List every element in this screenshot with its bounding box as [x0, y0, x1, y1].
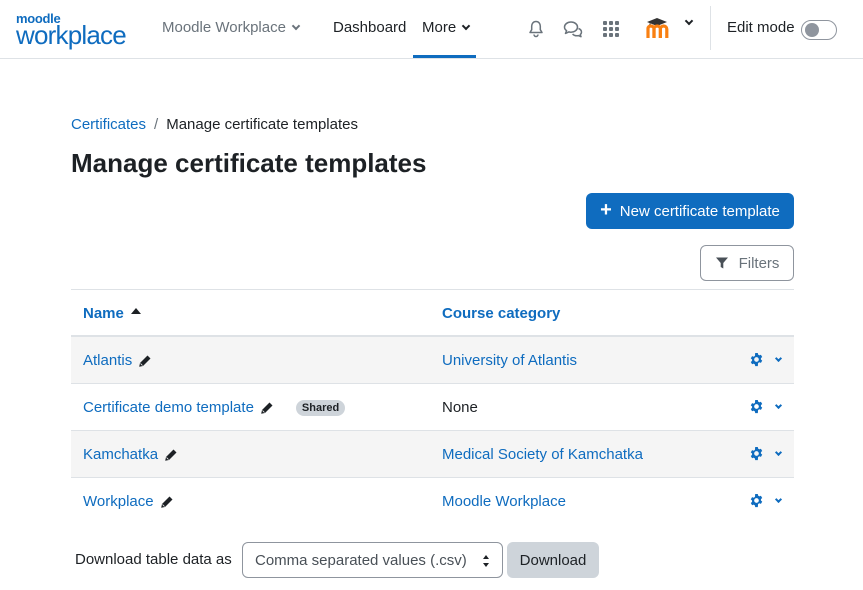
nav-dashboard-label: Dashboard — [333, 19, 407, 36]
gear-icon — [750, 493, 763, 508]
chat-bubbles-icon — [563, 21, 583, 38]
breadcrumb-certificates[interactable]: Certificates — [71, 116, 146, 133]
select-arrows-icon — [483, 555, 489, 567]
user-avatar[interactable] — [644, 16, 674, 42]
course-category-link[interactable]: Moodle Workplace — [442, 493, 566, 510]
download-format-selected: Comma separated values (.csv) — [255, 552, 467, 569]
chevron-down-icon — [291, 21, 301, 30]
breadcrumb-current: Manage certificate templates — [166, 116, 358, 133]
table-header: Name Course category — [71, 289, 794, 337]
edit-mode-label: Edit mode — [727, 19, 795, 36]
active-nav-indicator — [413, 55, 476, 58]
templates-table: Name Course category Atlantis University… — [71, 289, 794, 525]
template-name-link[interactable]: Certificate demo template Shared — [83, 399, 346, 416]
site-menu-label: Moodle Workplace — [162, 19, 286, 36]
download-button[interactable]: Download — [507, 542, 599, 578]
pencil-icon[interactable] — [164, 448, 178, 462]
page-title: Manage certificate templates — [71, 148, 427, 178]
navbar: moodle workplace Moodle Workplace Dashbo… — [0, 0, 863, 59]
row-actions-menu[interactable] — [749, 446, 783, 461]
breadcrumb: Certificates / Manage certificate templa… — [71, 116, 358, 133]
template-name: Kamchatka — [83, 446, 159, 463]
moodle-m-icon — [646, 18, 669, 38]
chevron-down-icon — [774, 495, 783, 503]
notifications-button[interactable] — [525, 18, 547, 40]
course-category-link[interactable]: Medical Society of Kamchatka — [442, 446, 643, 463]
download-format-select[interactable]: Comma separated values (.csv) — [242, 542, 503, 578]
navbar-divider — [710, 6, 711, 50]
template-name: Atlantis — [83, 352, 133, 369]
pencil-icon[interactable] — [138, 354, 152, 368]
filter-icon — [715, 257, 728, 269]
toggle-knob — [805, 23, 819, 37]
column-header-course-category[interactable]: Course category — [442, 305, 560, 322]
row-actions-menu[interactable] — [749, 352, 783, 367]
apps-menu-button[interactable] — [600, 18, 622, 40]
row-actions-menu[interactable] — [749, 493, 783, 508]
site-logo[interactable]: moodle workplace — [16, 12, 134, 50]
pencil-icon[interactable] — [160, 495, 174, 509]
new-certificate-template-button[interactable]: + New certificate template — [586, 193, 794, 229]
download-button-label: Download — [519, 551, 587, 569]
shared-badge: Shared — [295, 399, 346, 416]
breadcrumb-separator: / — [154, 116, 159, 133]
table-row: Atlantis University of Atlantis — [71, 337, 794, 384]
messages-button[interactable] — [562, 18, 584, 40]
template-name: Workplace — [83, 493, 154, 510]
user-menu-chevron-icon[interactable] — [684, 16, 694, 26]
nav-dashboard[interactable]: Dashboard — [333, 19, 406, 36]
chevron-down-icon — [461, 21, 471, 30]
filters-button[interactable]: Filters — [700, 245, 794, 281]
pencil-icon[interactable] — [260, 401, 274, 415]
chevron-down-icon — [774, 354, 783, 362]
nav-more[interactable]: More — [422, 19, 471, 36]
new-certificate-template-label: New certificate template — [619, 202, 780, 220]
gear-icon — [750, 399, 763, 414]
edit-mode-toggle[interactable] — [801, 20, 837, 40]
template-name-link[interactable]: Workplace — [83, 493, 174, 510]
sort-ascending-icon — [131, 308, 141, 314]
chevron-down-icon — [774, 448, 783, 456]
column-header-name[interactable]: Name — [83, 305, 124, 322]
apps-grid-icon — [603, 21, 619, 37]
table-row: Certificate demo template Shared None — [71, 384, 794, 431]
course-category-text: None — [442, 399, 478, 416]
gear-icon — [750, 446, 763, 461]
row-actions-menu[interactable] — [749, 399, 783, 414]
template-name-link[interactable]: Atlantis — [83, 352, 152, 369]
logo-bottom-text: workplace — [16, 20, 127, 50]
gear-icon — [750, 352, 763, 367]
template-name-link[interactable]: Kamchatka — [83, 446, 178, 463]
nav-more-label: More — [422, 19, 457, 36]
course-category-link[interactable]: University of Atlantis — [442, 352, 577, 369]
plus-icon: + — [600, 199, 612, 221]
site-menu[interactable]: Moodle Workplace — [162, 19, 301, 36]
download-label: Download table data as — [75, 551, 232, 568]
table-row: Workplace Moodle Workplace — [71, 478, 794, 525]
template-name: Certificate demo template — [83, 399, 254, 416]
bell-icon — [529, 20, 543, 38]
filters-label: Filters — [738, 254, 780, 272]
chevron-down-icon — [774, 401, 783, 409]
table-row: Kamchatka Medical Society of Kamchatka — [71, 431, 794, 478]
